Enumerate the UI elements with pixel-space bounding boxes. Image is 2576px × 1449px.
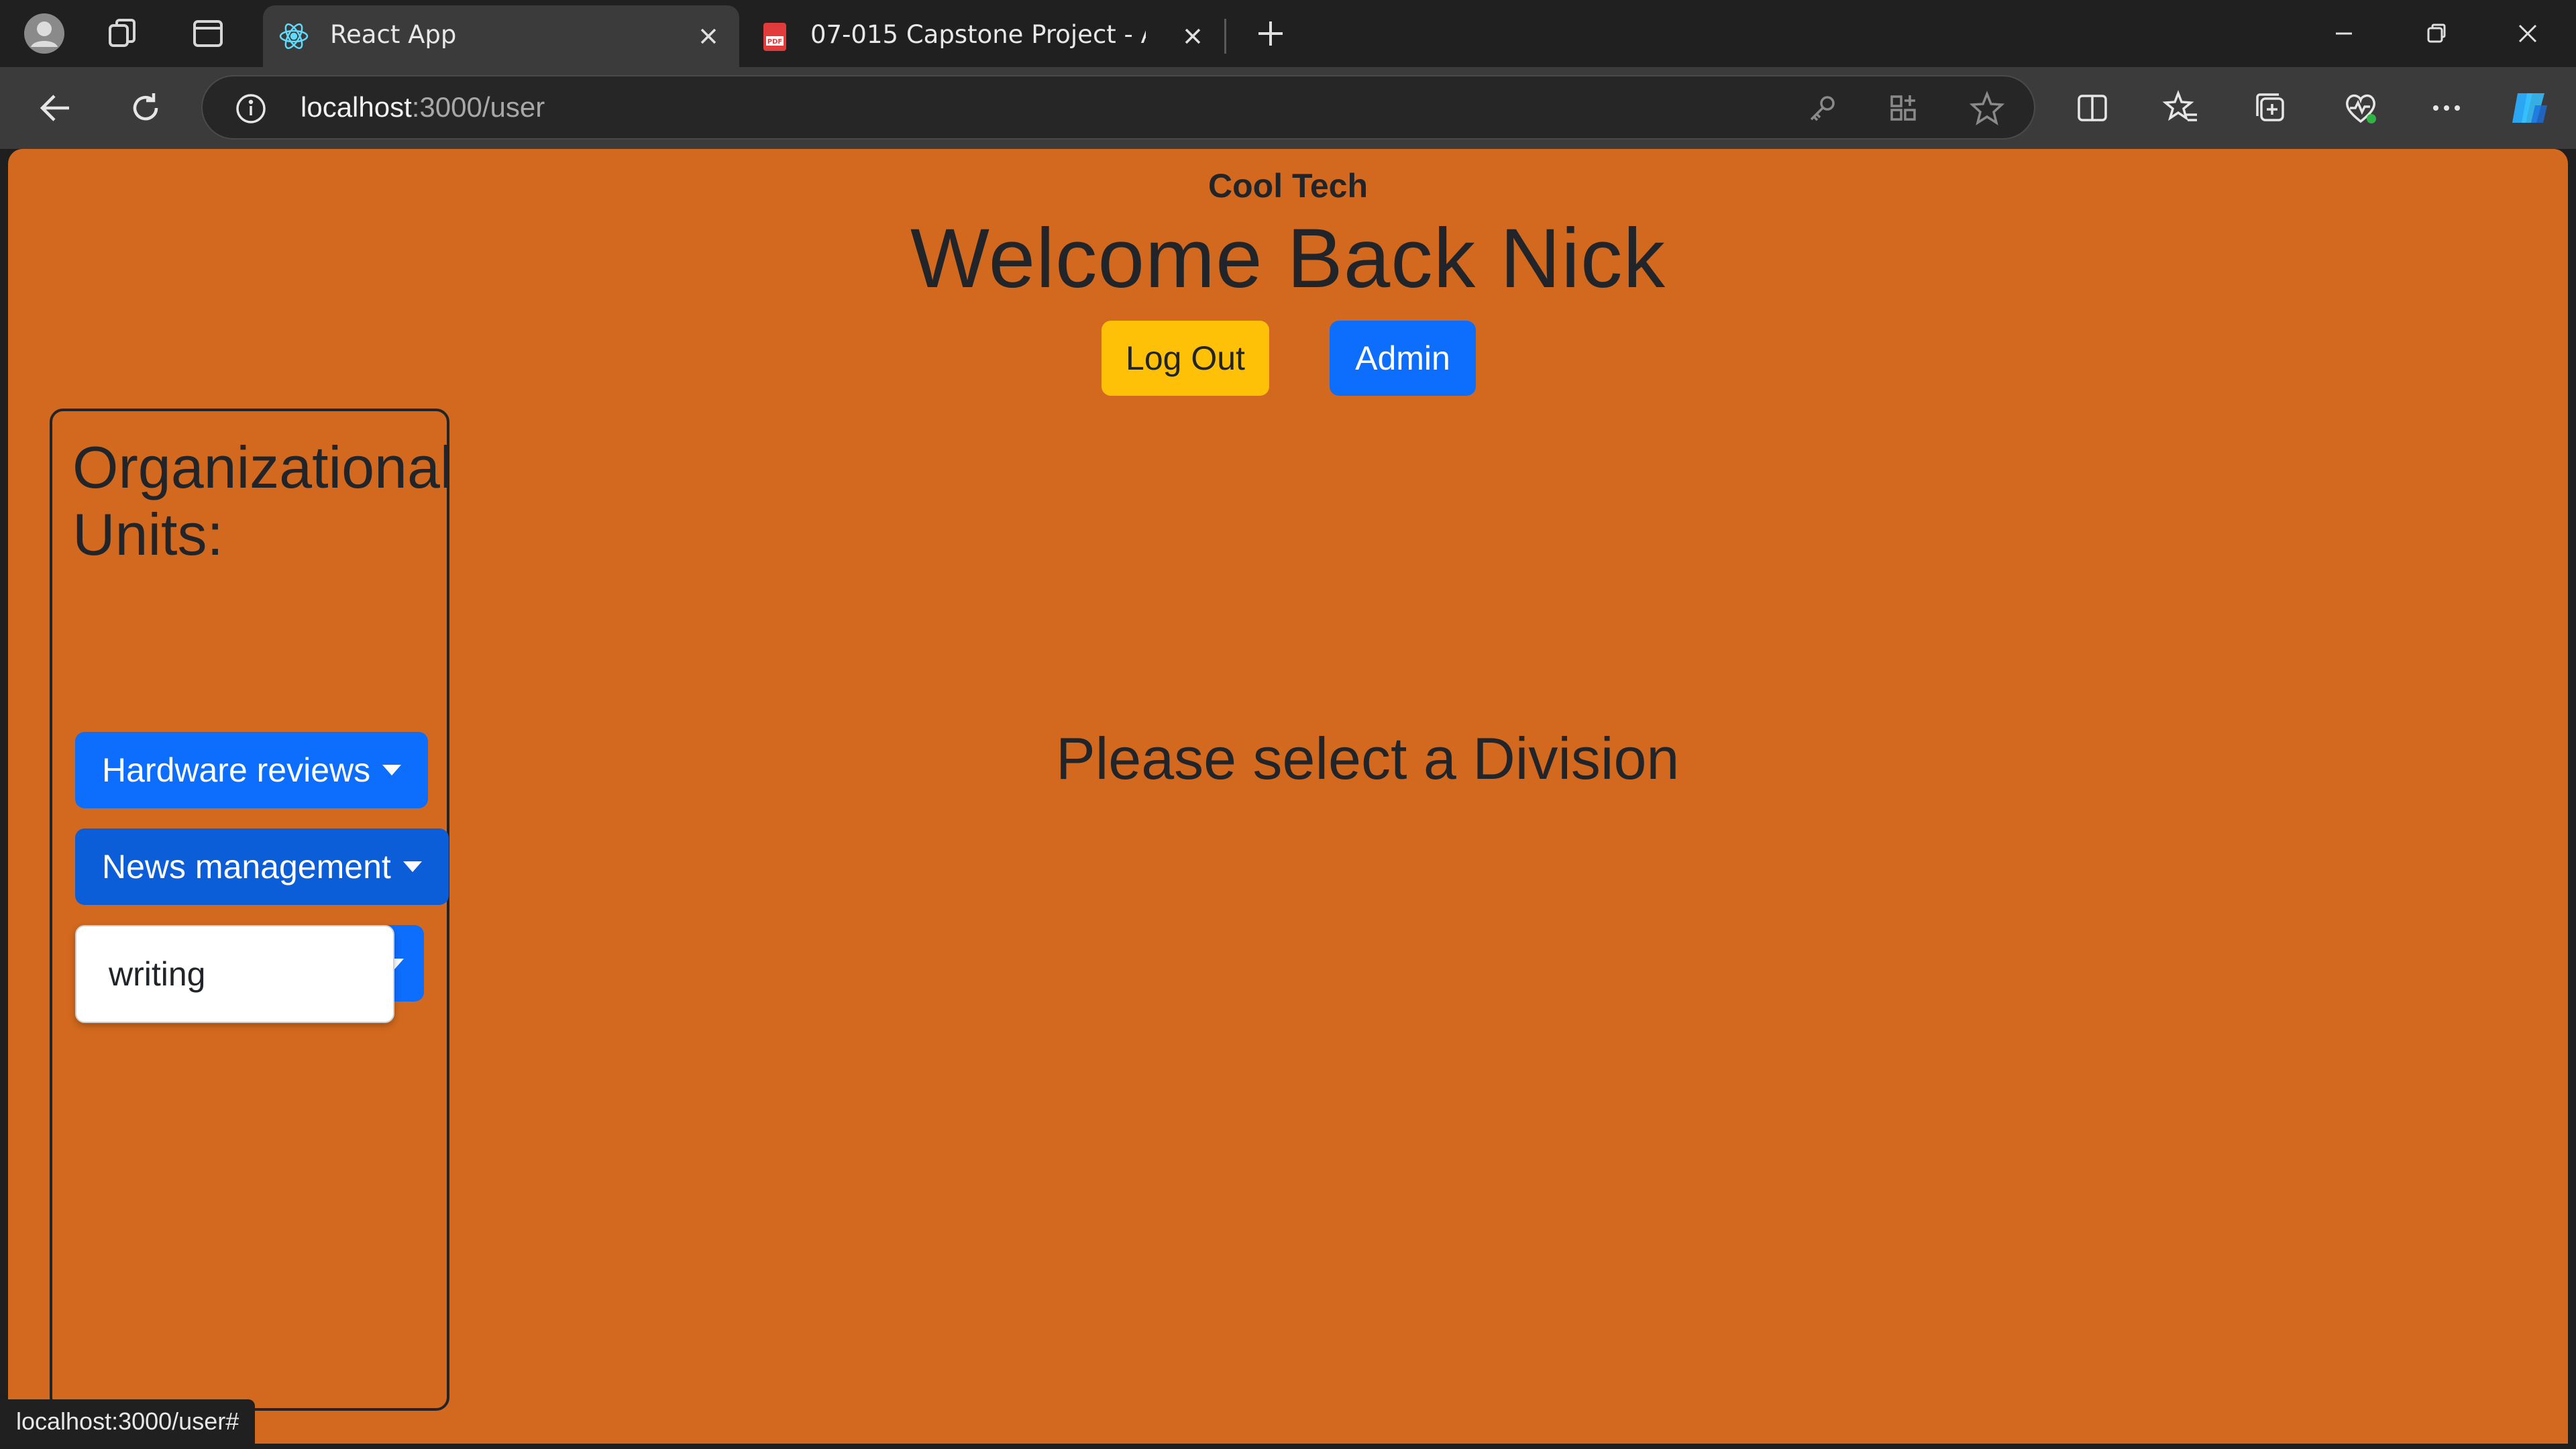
browser-essentials-icon[interactable] bbox=[2334, 82, 2387, 134]
dropdown-label: News management bbox=[102, 848, 391, 885]
key-icon[interactable] bbox=[1805, 91, 1839, 126]
select-division-message: Please select a Division bbox=[1056, 725, 1680, 792]
restore-icon[interactable] bbox=[2404, 9, 2469, 58]
profile-avatar-icon[interactable] bbox=[23, 12, 66, 55]
tab-actions-icon[interactable] bbox=[186, 12, 229, 55]
logout-button[interactable]: Log Out bbox=[1102, 321, 1269, 396]
back-icon[interactable] bbox=[30, 82, 82, 134]
page-title: Welcome Back Nick bbox=[910, 212, 1666, 305]
tab-title: 07-015 Capstone Project - Authen bbox=[810, 20, 1146, 49]
caret-down-icon bbox=[402, 861, 422, 872]
new-tab-icon[interactable] bbox=[1249, 12, 1292, 55]
url-path: :3000/user bbox=[411, 91, 545, 123]
minimize-icon[interactable] bbox=[2312, 9, 2376, 58]
site-info-icon[interactable] bbox=[233, 91, 268, 126]
split-screen-icon[interactable] bbox=[2066, 82, 2118, 134]
org-units-sidebar: Organizational Units: Hardware reviews N… bbox=[50, 409, 453, 1411]
sidebar-title-line: Units: bbox=[72, 501, 223, 568]
sidebar-title-line: Organizational bbox=[72, 434, 453, 500]
favorite-star-icon[interactable] bbox=[1968, 90, 2006, 127]
brand-title: Cool Tech bbox=[1208, 167, 1368, 205]
url-text[interactable]: localhost:3000/user bbox=[301, 91, 545, 123]
apps-icon[interactable] bbox=[1886, 91, 1921, 126]
url-host: localhost bbox=[301, 91, 412, 123]
admin-button[interactable]: Admin bbox=[1330, 321, 1476, 396]
close-tab-icon[interactable] bbox=[1178, 21, 1208, 51]
page-content: Cool Tech Welcome Back Nick Log Out Admi… bbox=[8, 149, 2568, 1444]
unit-dropdown-news-management[interactable]: News management bbox=[75, 828, 449, 905]
close-tab-icon[interactable] bbox=[694, 21, 723, 51]
dropdown-menu: writing bbox=[75, 925, 394, 1023]
close-window-icon[interactable] bbox=[2496, 9, 2560, 58]
copilot-icon[interactable] bbox=[2504, 82, 2556, 134]
react-icon bbox=[278, 20, 310, 52]
browser-toolbar: localhost:3000/user bbox=[0, 67, 2576, 149]
browser-titlebar: React App PDF 07-015 Capstone Project - … bbox=[0, 0, 2576, 67]
tab-separator bbox=[1224, 19, 1226, 54]
tab-capstone-pdf[interactable]: PDF 07-015 Capstone Project - Authen bbox=[747, 5, 1224, 67]
workspaces-icon[interactable] bbox=[102, 12, 145, 55]
caret-down-icon bbox=[382, 765, 402, 775]
status-bar-url: localhost:3000/user# bbox=[0, 1399, 256, 1444]
tab-title: React App bbox=[330, 20, 457, 49]
refresh-icon[interactable] bbox=[119, 82, 172, 134]
favorites-icon[interactable] bbox=[2155, 82, 2207, 134]
collections-icon[interactable] bbox=[2245, 82, 2297, 134]
dropdown-item-writing[interactable]: writing bbox=[109, 955, 205, 994]
more-options-icon[interactable] bbox=[2420, 82, 2473, 134]
sidebar-title: Organizational Units: bbox=[72, 434, 453, 568]
unit-dropdown-hardware-reviews[interactable]: Hardware reviews bbox=[75, 732, 429, 808]
svg-text:PDF: PDF bbox=[767, 38, 782, 46]
pdf-icon: PDF bbox=[759, 20, 792, 52]
tab-react-app[interactable]: React App bbox=[263, 5, 739, 67]
dropdown-label: Hardware reviews bbox=[102, 751, 371, 789]
address-bar[interactable]: localhost:3000/user bbox=[201, 75, 2035, 140]
